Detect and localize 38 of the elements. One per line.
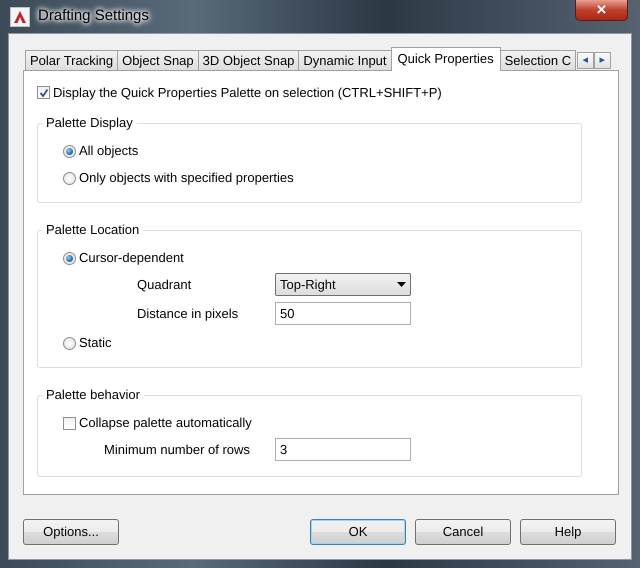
checkbox[interactable]	[37, 86, 50, 100]
tab-scroll-button[interactable]: ◂	[577, 52, 594, 69]
tab[interactable]: Object Snap	[117, 50, 199, 71]
caret-icon	[397, 282, 406, 287]
close-button[interactable]: ×	[575, 0, 628, 21]
group-title: Palette behavior	[42, 386, 144, 402]
checkbox[interactable]	[63, 416, 76, 430]
tab[interactable]: Polar Tracking	[25, 50, 118, 71]
field-label: Distance in pixels	[137, 306, 238, 321]
checkbox-label: Collapse palette automatically	[79, 414, 252, 432]
dialog-button[interactable]: Cancel	[415, 519, 511, 545]
radio-label: Static	[79, 334, 112, 352]
group-title: Palette Location	[42, 222, 144, 238]
radio-button[interactable]	[63, 252, 76, 264]
field-label: Quadrant	[137, 276, 192, 292]
dialog-button[interactable]: OK	[310, 519, 406, 545]
radio-label: Only objects with specified properties	[79, 169, 294, 188]
input-field[interactable]: 3	[275, 438, 411, 461]
radio-label: Cursor-dependent	[79, 249, 184, 268]
radio-button[interactable]	[63, 336, 76, 350]
dialog-button[interactable]: Options...	[23, 519, 119, 545]
dropdown[interactable]: Top-Right	[275, 273, 411, 296]
radio-button[interactable]	[63, 144, 76, 158]
tab-scroll-button[interactable]: ▸	[594, 52, 612, 69]
radio-button[interactable]	[63, 172, 76, 184]
tab[interactable]: 3D Object Snap	[198, 50, 300, 71]
radio-label: All objects	[79, 142, 138, 160]
input-field[interactable]: 50	[275, 302, 411, 325]
app-logo-icon	[10, 6, 30, 26]
window-title: Drafting Settings	[38, 6, 149, 26]
field-label: Minimum number of rows	[104, 442, 250, 457]
tab[interactable]: Dynamic Input	[298, 50, 392, 71]
dialog-button[interactable]: Help	[520, 519, 616, 545]
dropdown-value: Top-Right	[280, 276, 336, 294]
tab[interactable]: Selection C	[500, 50, 576, 71]
tab[interactable]: Quick Properties	[390, 47, 501, 71]
checkbox-label: Display the Quick Properties Palette on selection (CTRL+SHIFT+P)	[53, 84, 442, 102]
group-title: Palette Display	[42, 114, 137, 130]
